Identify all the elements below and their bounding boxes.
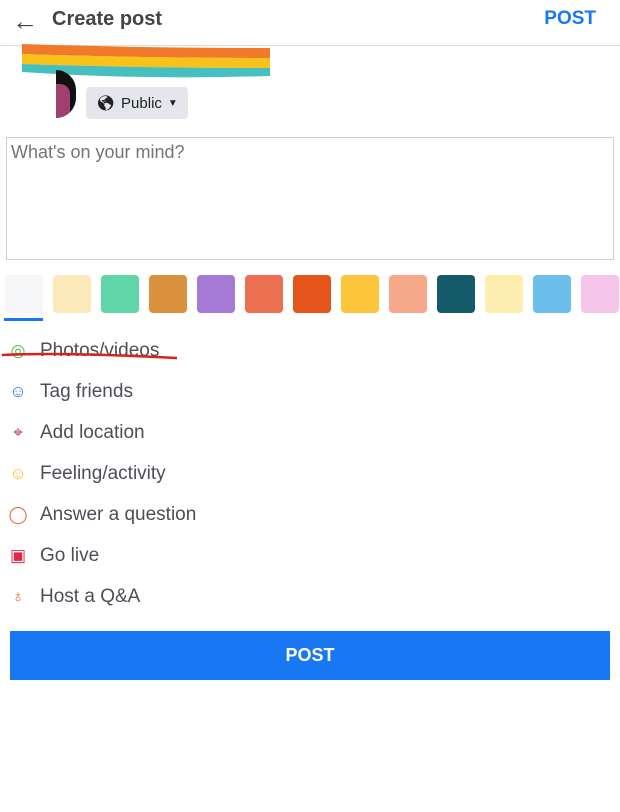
globe-icon: 🌎︎: [96, 95, 116, 112]
action-label: Go live: [40, 544, 100, 566]
action-label: Feeling/activity: [40, 462, 166, 484]
action-tag-person[interactable]: ☺ Tag friends: [8, 371, 196, 412]
arrow-left-icon[interactable]: ←: [12, 6, 38, 37]
background-swatch[interactable]: [5, 275, 43, 313]
background-swatch[interactable]: [53, 275, 91, 313]
video-camera-icon: ▣: [9, 545, 27, 565]
background-swatch[interactable]: [293, 275, 331, 313]
background-swatch[interactable]: [389, 275, 427, 313]
action-video-camera[interactable]: ▣ Go live: [8, 535, 196, 576]
audience-selector[interactable]: 🌎︎ Public ▼: [86, 87, 188, 119]
post-actions: ◎ Photos/videos ☺ Tag friends ⌖ Add location ☺…: [8, 330, 196, 617]
post-button-top[interactable]: POST: [544, 8, 596, 30]
tag-person-icon: ☺: [9, 381, 27, 401]
action-smiley[interactable]: ☺ Feeling/activity: [8, 453, 196, 494]
background-swatch[interactable]: [341, 275, 379, 313]
post-button[interactable]: POST: [10, 631, 610, 680]
post-text-input[interactable]: [6, 137, 614, 260]
background-picker: [5, 275, 619, 313]
action-camera[interactable]: ◎ Photos/videos: [8, 330, 196, 371]
speech-bubble-icon: ◯: [8, 504, 28, 524]
action-label: Host a Q&A: [40, 585, 141, 607]
caret-down-icon: ▼: [167, 97, 178, 109]
microphone-icon: ♁: [11, 586, 25, 606]
action-label: Answer a question: [40, 503, 197, 525]
location-pin-icon: ⌖: [13, 422, 23, 442]
action-label: Add location: [40, 421, 145, 443]
red-underline-annotation: [2, 352, 178, 360]
action-location-pin[interactable]: ⌖ Add location: [8, 412, 196, 453]
background-swatch[interactable]: [101, 275, 139, 313]
background-swatch[interactable]: [533, 275, 571, 313]
background-swatch[interactable]: [245, 275, 283, 313]
background-swatch[interactable]: [485, 275, 523, 313]
action-microphone[interactable]: ♁ Host a Q&A: [8, 576, 196, 617]
selected-background-indicator: [4, 318, 43, 321]
smiley-icon: ☺: [9, 463, 27, 483]
background-swatch[interactable]: [197, 275, 235, 313]
action-speech-bubble[interactable]: ◯ Answer a question: [8, 494, 196, 535]
audience-label: Public: [121, 94, 162, 112]
page-title: Create post: [52, 8, 163, 30]
action-label: Tag friends: [40, 380, 133, 402]
background-swatch[interactable]: [437, 275, 475, 313]
background-swatch[interactable]: [581, 275, 619, 313]
background-swatch[interactable]: [149, 275, 187, 313]
